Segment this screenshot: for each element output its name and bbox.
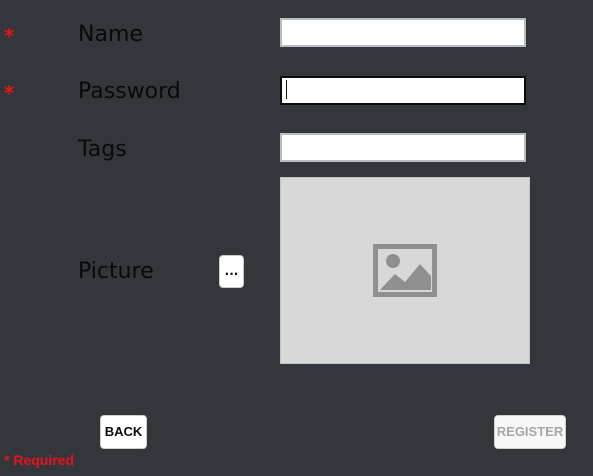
password-label: Password: [78, 79, 181, 104]
picture-label: Picture: [78, 259, 154, 284]
tags-label: Tags: [78, 137, 127, 162]
name-required-marker: *: [4, 24, 15, 48]
image-icon: [373, 244, 437, 301]
password-field[interactable]: [280, 76, 526, 105]
required-note: * Required: [4, 452, 75, 468]
back-button[interactable]: BACK: [100, 415, 147, 449]
browse-picture-button[interactable]: ...: [219, 255, 244, 288]
tags-field[interactable]: [280, 133, 526, 162]
name-field[interactable]: [280, 18, 526, 47]
picture-preview[interactable]: [280, 177, 530, 364]
name-label: Name: [78, 22, 143, 47]
text-caret: [286, 80, 287, 99]
register-button[interactable]: REGISTER: [494, 415, 566, 449]
password-required-marker: *: [4, 81, 15, 105]
